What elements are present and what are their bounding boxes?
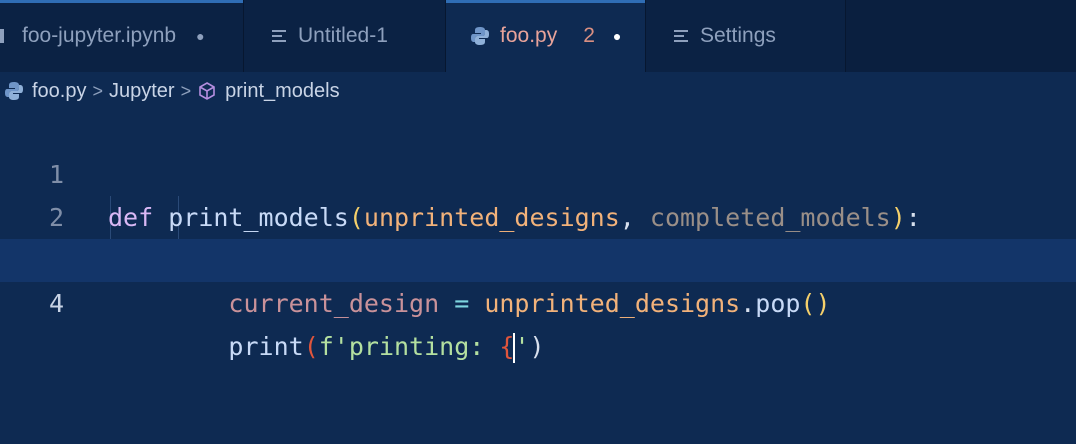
modified-dot-icon[interactable]: ● <box>613 28 621 44</box>
tab-foo-jupyter[interactable]: foo-jupyter.ipynb ● <box>0 0 244 72</box>
lines-icon <box>674 28 690 44</box>
code-line-1[interactable]: 1 def print_models(unprinted_designs, co… <box>0 110 1076 232</box>
breadcrumb-symbol[interactable]: print_models <box>225 80 340 103</box>
method-name: pop <box>755 289 801 318</box>
tab-label: Untitled-1 <box>298 24 388 47</box>
code-editor[interactable]: 1 def print_models(unprinted_designs, co… <box>0 110 1076 444</box>
code-line-4[interactable]: 4 print(f'printing: {') <box>0 239 1076 363</box>
paren: ( <box>303 332 319 361</box>
tab-label: Settings <box>700 24 776 47</box>
code-line-3[interactable]: 3 current_design = unprinted_designs.pop… <box>0 196 1076 318</box>
breadcrumb-file[interactable]: foo.py <box>32 80 86 103</box>
python-icon <box>470 26 490 46</box>
variable: current_design <box>228 289 440 318</box>
line-number: 4 <box>48 289 64 318</box>
tab-bar: foo-jupyter.ipynb ● Untitled-1 foo.py 2 … <box>0 0 1076 72</box>
python-icon <box>4 81 24 101</box>
operator: = <box>454 289 470 318</box>
function-name: print <box>228 332 304 361</box>
breadcrumb-separator: > <box>180 80 192 101</box>
notebook-icon <box>0 27 12 45</box>
string-literal: f'printing: <box>318 332 500 361</box>
modified-dot-icon[interactable]: ● <box>196 28 204 44</box>
breadcrumb-separator: > <box>92 80 103 101</box>
code-line-2[interactable]: 2 while unprinted_designs: <box>0 153 1076 275</box>
paren: ) <box>529 332 545 361</box>
problems-badge: 2 <box>583 24 595 47</box>
punctuation: . <box>740 289 756 318</box>
string-quote: ' <box>514 332 530 361</box>
tab-settings[interactable]: Settings <box>646 0 846 72</box>
variable: unprinted_designs <box>484 289 741 318</box>
cube-icon <box>197 81 217 101</box>
tab-label: foo.py <box>500 24 558 47</box>
tab-label: foo-jupyter.ipynb <box>22 24 177 47</box>
brace: { <box>499 332 515 361</box>
tab-foo-py[interactable]: foo.py 2 ● <box>446 0 646 72</box>
paren: () <box>800 289 831 318</box>
breadcrumb: foo.py > Jupyter > print_models <box>0 72 1076 110</box>
lines-icon <box>272 28 288 44</box>
tab-untitled-1[interactable]: Untitled-1 <box>244 0 446 72</box>
breadcrumb-section[interactable]: Jupyter <box>109 80 175 103</box>
